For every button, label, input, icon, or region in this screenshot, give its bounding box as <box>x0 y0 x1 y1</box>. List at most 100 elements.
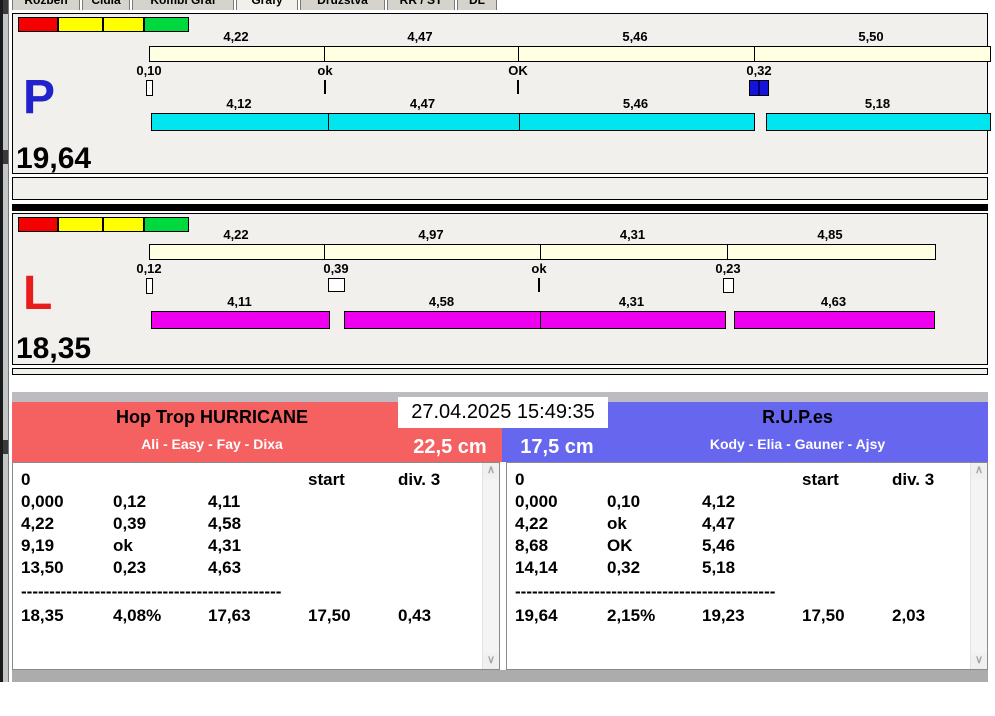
table-cell: 5,46 <box>702 536 736 555</box>
marker-tick <box>324 80 326 94</box>
table-row: 8,68 OK 5,46 <box>507 535 987 557</box>
scrollbar-notch <box>3 440 8 454</box>
table-cell: 5,18 <box>702 558 736 577</box>
upper-bar-label: 4,22 <box>223 227 249 242</box>
table-cell <box>398 491 476 513</box>
tab-grafy[interactable]: Grafy <box>236 0 298 10</box>
lower-bar-segment <box>328 114 519 130</box>
lower-bar <box>734 311 935 329</box>
table-cell: start <box>802 470 839 489</box>
scroll-down-icon[interactable]: ∨ <box>971 653 987 669</box>
table-cell: 4,31 <box>208 536 242 555</box>
table-total-cell: 0,43 <box>398 606 432 625</box>
lower-bar-label: 4,63 <box>820 294 847 309</box>
table-cell: 4,12 <box>702 492 736 511</box>
lane-letter-p: P <box>23 71 56 124</box>
table-cell: start <box>308 470 345 489</box>
upper-bar <box>149 244 936 260</box>
table-cell: 14,14 <box>515 558 558 577</box>
table-cell: 0 <box>21 470 31 489</box>
traffic-light <box>103 17 144 32</box>
graph-panel-p: P 19,64 4,22 4,47 5,46 5,50 0,10 ok OK 0,32 4,12… <box>12 13 991 175</box>
timestamp: 27.04.2025 15:49:35 <box>398 397 608 428</box>
upper-bar-label: 5,46 <box>622 29 648 44</box>
table-scrollbar[interactable]: ∧ ∨ <box>482 463 499 669</box>
lower-bar-segment <box>152 114 328 130</box>
scroll-up-icon[interactable]: ∧ <box>971 463 987 479</box>
marker-label-0-32: 0,32 <box>746 63 772 78</box>
table-cell: 4,22 <box>515 514 549 533</box>
lane-total-p: 19,64 <box>16 142 92 175</box>
table-cell: 13,50 <box>21 558 64 577</box>
marker-tick <box>538 278 540 292</box>
lower-bar-segment <box>735 312 934 328</box>
lower-bar: 4,58 4,31 <box>344 295 724 309</box>
table-total-cell: 18,35 <box>21 606 64 625</box>
table-cell: 0,39 <box>113 514 147 533</box>
tab-druzstva[interactable]: Druzstva <box>300 0 385 10</box>
table-cell: 0,10 <box>607 492 641 511</box>
tab-dl[interactable]: DL <box>457 0 497 10</box>
size-label-right: 17,5 cm <box>520 436 594 458</box>
marker-label-0-23: 0,23 <box>715 261 741 276</box>
marker-box-divider <box>758 81 760 95</box>
traffic-light <box>58 217 103 232</box>
lower-bar-segment <box>345 312 540 328</box>
graph-panel-l: L 18,35 4,22 4,97 4,31 4,85 0,12 0,39 ok 0,23 4,… <box>12 213 988 365</box>
table-cell: div. 3 <box>398 470 441 489</box>
table-cell: 0,000 <box>515 492 558 511</box>
table-row: 14,14 0,32 5,18 <box>507 557 987 579</box>
table-scrollbar[interactable]: ∧ ∨ <box>970 463 987 669</box>
upper-bar-label: 4,22 <box>223 29 249 44</box>
table-row: 0 start div. 3 <box>13 469 499 491</box>
table-cell <box>398 557 476 579</box>
upper-bar-label: 4,31 <box>619 227 646 242</box>
bottom-status-bar <box>12 670 988 682</box>
table-cell: 0 <box>515 470 525 489</box>
lower-bar-segment <box>519 114 754 130</box>
marker-box <box>722 278 734 293</box>
upper-bar <box>149 46 991 62</box>
table-cell: 4,22 <box>21 514 55 533</box>
tab-rr-st[interactable]: RR / ST <box>387 0 455 10</box>
left-scrollbar[interactable] <box>0 0 9 682</box>
tab-cidla[interactable]: Cidla <box>82 0 130 10</box>
spacer-box <box>12 368 988 375</box>
marker-label-ok: ok <box>531 261 547 276</box>
marker-label-0-10: 0,10 <box>136 63 162 78</box>
lower-bar-segment <box>540 312 725 328</box>
team-members-right: Kody - Elia - Gauner - Ajsy <box>709 436 886 452</box>
table-cell: 4,47 <box>702 514 736 533</box>
traffic-light <box>103 217 144 232</box>
table-cell <box>308 535 398 557</box>
marker-box <box>327 278 345 292</box>
splits-table-right[interactable]: 0 start div. 3 0,000 0,10 4,12 4,22 ok 4,47 8,68 O… <box>506 462 988 670</box>
lower-bar-segment <box>767 114 990 130</box>
marker-tick <box>517 80 519 94</box>
team-members-left: Ali - Easy - Fay - Dixa <box>141 436 283 452</box>
table-cell <box>702 469 802 491</box>
spacer-box <box>12 177 988 200</box>
table-totals-row: 19,64 2,15% 19,23 17,50 2,03 <box>507 605 987 627</box>
tab-rozbeh[interactable]: Rozbeh <box>12 0 80 10</box>
lower-bar <box>151 311 330 329</box>
table-cell <box>113 469 208 491</box>
scrollbar-notch <box>3 150 8 164</box>
scroll-down-icon[interactable]: ∨ <box>483 653 499 669</box>
lane-total-l: 18,35 <box>16 332 92 365</box>
upper-bar: 4,22 4,47 5,46 5,50 <box>149 30 989 44</box>
tab-kombi-graf[interactable]: Kombi Graf <box>132 0 234 10</box>
table-row: 4,22 ok 4,47 <box>507 513 987 535</box>
traffic-light <box>18 217 58 232</box>
lower-bar <box>344 311 726 329</box>
lower-bar-segment <box>152 312 329 328</box>
scroll-up-icon[interactable]: ∧ <box>483 463 499 479</box>
table-separator: ----------------------------------------… <box>21 585 282 601</box>
splits-table-left[interactable]: 0 start div. 3 0,000 0,12 4,11 4,22 0,39 4,58 9,1… <box>12 462 500 670</box>
table-cell <box>802 513 892 535</box>
table-cell <box>308 557 398 579</box>
table-cell <box>208 469 308 491</box>
table-cell <box>892 513 970 535</box>
table-total-cell: 17,50 <box>802 606 845 625</box>
upper-bar-segment <box>324 47 518 61</box>
